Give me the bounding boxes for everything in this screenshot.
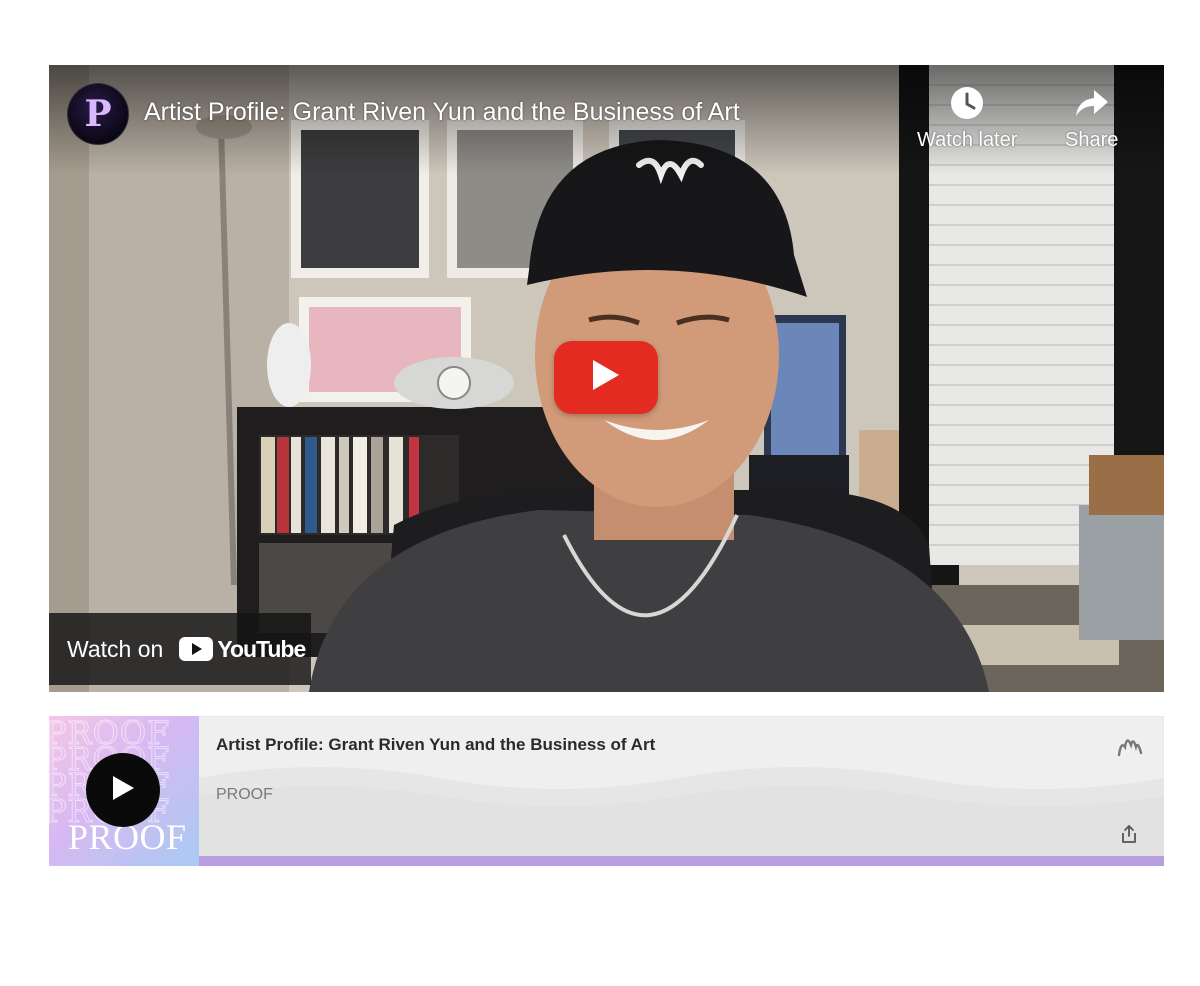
share-arrow-icon: [1072, 83, 1112, 123]
podcast-cover-art: PROOF PROOF PROOF PROOF PROOF: [49, 716, 199, 866]
progress-fill: [199, 856, 1164, 866]
share-label: Share: [1065, 129, 1119, 151]
channel-avatar[interactable]: P: [67, 83, 129, 145]
podcast-play-button[interactable]: [86, 753, 160, 827]
video-title[interactable]: Artist Profile: Grant Riven Yun and the …: [144, 98, 740, 127]
watch-on-youtube-link[interactable]: Watch on YouTube: [49, 613, 311, 685]
youtube-logo-icon: YouTube: [179, 635, 306, 663]
video-play-button[interactable]: [554, 341, 658, 414]
episode-title[interactable]: Artist Profile: Grant Riven Yun and the …: [216, 735, 655, 755]
watch-later-button[interactable]: Watch later: [917, 83, 1017, 152]
progress-bar[interactable]: [199, 856, 1164, 866]
anchor-logo-icon[interactable]: [1117, 733, 1143, 762]
clock-icon: [947, 83, 987, 123]
youtube-embed[interactable]: P Artist Profile: Grant Riven Yun and th…: [49, 65, 1164, 692]
watch-later-label: Watch later: [917, 129, 1018, 151]
share-button[interactable]: Share: [1065, 83, 1118, 152]
podcast-player[interactable]: PROOF PROOF PROOF PROOF PROOF Artist Pro…: [49, 716, 1164, 866]
youtube-wordmark: YouTube: [217, 635, 306, 662]
podcast-channel[interactable]: PROOF: [216, 786, 273, 804]
share-icon[interactable]: [1120, 824, 1138, 849]
channel-initial: P: [84, 93, 112, 135]
play-icon: [111, 775, 135, 806]
watch-on-label: Watch on: [67, 635, 164, 662]
play-icon: [591, 359, 621, 396]
